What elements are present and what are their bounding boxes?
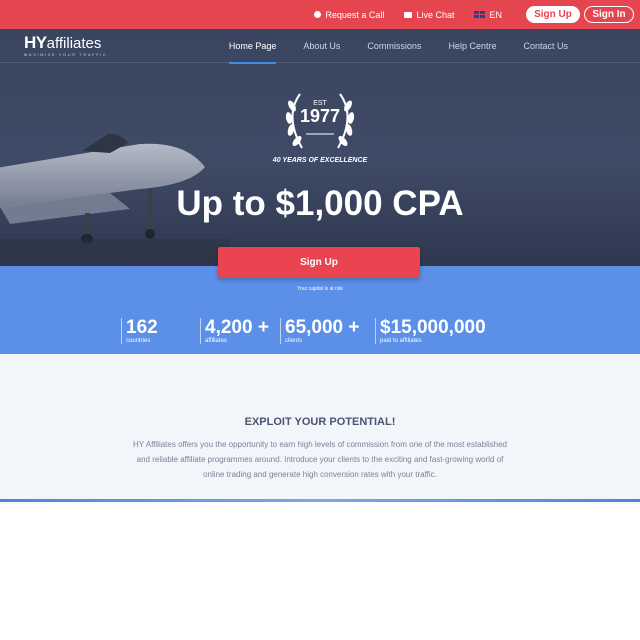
- language-label: EN: [489, 9, 502, 20]
- stat-paid: $15,000,000 paid to affiliates: [375, 318, 486, 344]
- stat-value: 162: [126, 317, 158, 338]
- stats-band: Your capital is at risk 162 countries 4,…: [0, 266, 640, 354]
- nav-item-home[interactable]: Home Page: [228, 29, 276, 64]
- uk-flag-icon: [474, 11, 486, 18]
- intro-heading: EXPLOIT YOUR POTENTIAL!: [244, 416, 396, 428]
- stat-clients: 65,000 + clients: [280, 318, 360, 344]
- stat-value: $15,000,000: [380, 317, 486, 338]
- stat-label: clients: [285, 338, 303, 344]
- chat-icon: [404, 11, 413, 18]
- stat-label: countries: [126, 338, 151, 344]
- main-navigation: HYaffiliates MAXIMIZE YOUR TRAFFIC Home …: [0, 29, 640, 64]
- top-utility-bar: Request a Call Live Chat EN Sign Up Sign…: [0, 0, 640, 29]
- hy-affiliates-logo[interactable]: HYaffiliates MAXIMIZE YOUR TRAFFIC: [24, 33, 107, 57]
- hero-headline: Up to $1,000 CPA: [176, 184, 464, 223]
- section-divider: [0, 499, 640, 502]
- stat-label: paid to affiliates: [380, 338, 422, 344]
- intro-section: EXPLOIT YOUR POTENTIAL! HY Affiliates of…: [0, 354, 640, 499]
- hero-sign-up-button[interactable]: Sign Up: [218, 247, 420, 278]
- live-chat-label: Live Chat: [416, 9, 455, 20]
- jet-image: [0, 133, 230, 266]
- phone-icon: [314, 11, 322, 18]
- nav-item-commissions[interactable]: Commissions: [367, 29, 421, 63]
- nav-links: Home Page About Us Commissions Help Cent…: [228, 29, 640, 64]
- badge-caption: 40 YEARS OF EXCELLENCE: [272, 157, 368, 164]
- nav-item-contact[interactable]: Contact Us: [523, 29, 568, 63]
- stat-value: 4,200 +: [205, 317, 269, 338]
- stat-value: 65,000 +: [285, 317, 360, 338]
- live-chat-link[interactable]: Live Chat: [404, 10, 454, 20]
- request-call-link[interactable]: Request a Call: [314, 10, 384, 20]
- sign-up-button-top[interactable]: Sign Up: [526, 6, 580, 23]
- stat-label: affiliates: [205, 338, 227, 344]
- risk-warning: Your capital is at risk: [297, 286, 343, 292]
- language-selector[interactable]: EN: [474, 10, 502, 20]
- anniversary-badge: EST 1977 40 YEARS OF EXCELLENCE: [273, 86, 367, 176]
- stat-countries: 162 countries: [121, 318, 158, 344]
- request-call-label: Request a Call: [325, 9, 385, 20]
- sign-in-button[interactable]: Sign In: [584, 6, 634, 23]
- badge-year: 1977: [299, 106, 341, 126]
- stat-affiliates: 4,200 + affiliates: [200, 318, 269, 344]
- nav-item-help[interactable]: Help Centre: [448, 29, 496, 63]
- logo-tagline: MAXIMIZE YOUR TRAFFIC: [24, 52, 108, 57]
- logo-mark: HY: [24, 33, 47, 52]
- hero-section: HYaffiliates MAXIMIZE YOUR TRAFFIC Home …: [0, 29, 640, 266]
- nav-item-about[interactable]: About Us: [303, 29, 340, 63]
- logo-word: affiliates: [46, 35, 102, 52]
- intro-body: HY Affiliates offers you the opportunity…: [133, 440, 507, 479]
